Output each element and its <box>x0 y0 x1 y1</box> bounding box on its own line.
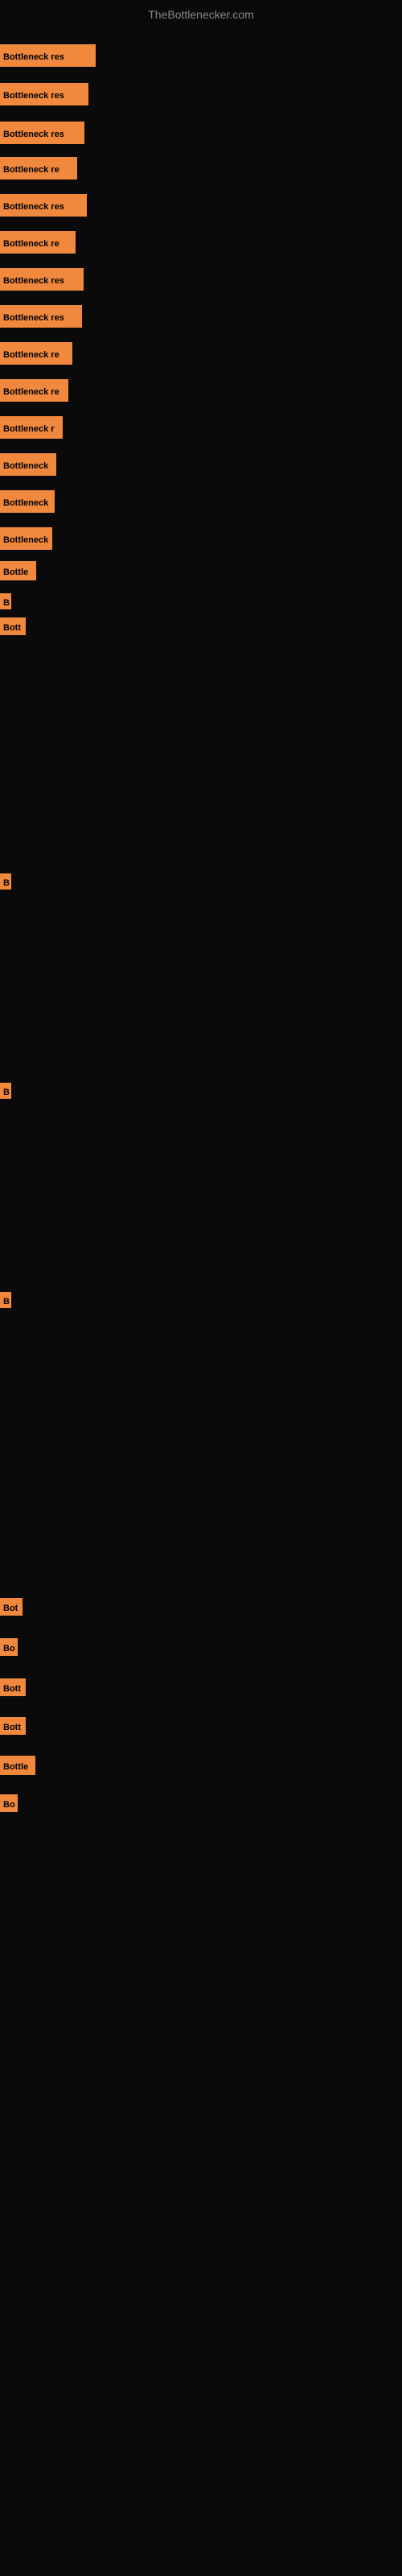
bar-label: Bott <box>0 1717 26 1735</box>
bar-item: Bottle <box>0 561 36 584</box>
bar-label: Bo <box>0 1638 18 1656</box>
bar-label: Bottleneck re <box>0 231 76 254</box>
bar-label: Bottleneck re <box>0 157 77 180</box>
bar-item: Bo <box>0 1794 18 1816</box>
bar-item: Bott <box>0 617 26 639</box>
bar-item: Bottleneck res <box>0 268 84 295</box>
bar-label: Bottleneck res <box>0 44 96 67</box>
bar-label: Bott <box>0 617 26 635</box>
bar-item: B <box>0 1292 11 1312</box>
bar-label: Bottleneck re <box>0 379 68 402</box>
bar-label: Bottleneck res <box>0 122 84 144</box>
bar-item: Bottleneck re <box>0 379 68 406</box>
bar-item: Bott <box>0 1717 26 1739</box>
bar-label: Bottleneck res <box>0 83 88 105</box>
bar-label: Bottleneck <box>0 490 55 513</box>
bar-item: B <box>0 593 11 613</box>
bar-item: Bottleneck res <box>0 305 82 332</box>
bar-label: Bottle <box>0 561 36 580</box>
bar-label: B <box>0 873 11 890</box>
bar-label: Bottleneck res <box>0 194 87 217</box>
bar-label: Bottleneck <box>0 453 56 476</box>
bar-label: Bott <box>0 1678 26 1696</box>
bar-item: Bottle <box>0 1756 35 1779</box>
bar-item: B <box>0 873 11 894</box>
bar-item: Bottleneck <box>0 453 56 480</box>
bar-item: Bottleneck r <box>0 416 63 443</box>
bar-item: B <box>0 1083 11 1103</box>
bar-item: Bottleneck res <box>0 122 84 148</box>
bar-label: Bot <box>0 1598 23 1616</box>
bar-label: B <box>0 593 11 609</box>
site-title: TheBottlenecker.com <box>0 2 402 27</box>
bar-item: Bottleneck re <box>0 157 77 184</box>
bar-label: B <box>0 1292 11 1308</box>
bar-label: Bottleneck r <box>0 416 63 439</box>
bar-item: Bott <box>0 1678 26 1700</box>
bar-item: Bottleneck <box>0 527 52 554</box>
bar-item: Bottleneck res <box>0 83 88 109</box>
bar-item: Bottleneck res <box>0 194 87 221</box>
bar-label: Bottleneck res <box>0 305 82 328</box>
bar-label: Bottleneck res <box>0 268 84 291</box>
bar-label: B <box>0 1083 11 1099</box>
bar-item: Bottleneck res <box>0 44 96 71</box>
bar-label: Bottle <box>0 1756 35 1775</box>
bar-item: Bo <box>0 1638 18 1660</box>
bar-label: Bo <box>0 1794 18 1812</box>
bar-label: Bottleneck re <box>0 342 72 365</box>
bar-item: Bottleneck re <box>0 342 72 369</box>
bar-item: Bottleneck re <box>0 231 76 258</box>
bar-label: Bottleneck <box>0 527 52 550</box>
bar-item: Bot <box>0 1598 23 1620</box>
bar-item: Bottleneck <box>0 490 55 517</box>
